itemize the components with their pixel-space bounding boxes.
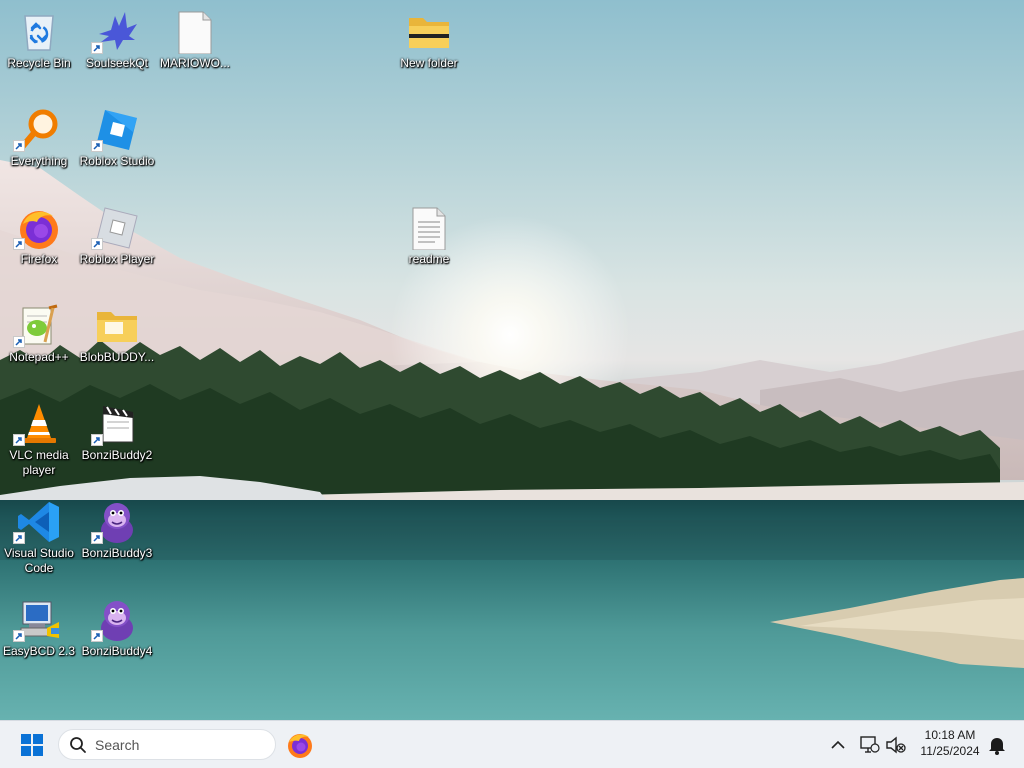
desktop-icon-vscode[interactable]: Visual Studio Code [0, 494, 78, 586]
desktop-icon-bonzibuddy3[interactable]: BonziBuddy3 [78, 494, 156, 586]
desktop-icon-mariowo-file[interactable]: MARIOWO... [156, 4, 234, 96]
volume-muted-icon [886, 736, 906, 754]
desktop-icon-roblox-studio[interactable]: Roblox Studio [78, 102, 156, 194]
firefox-icon [288, 734, 312, 758]
shortcut-arrow-icon [13, 140, 25, 152]
shortcut-arrow-icon [91, 532, 103, 544]
shortcut-arrow-icon [91, 434, 103, 446]
shortcut-arrow-icon [13, 434, 25, 446]
show-hidden-icons-button[interactable] [828, 733, 848, 757]
bell-icon [989, 738, 1005, 755]
taskbar-app-firefox[interactable] [286, 731, 314, 759]
shortcut-arrow-icon [13, 336, 25, 348]
shortcut-arrow-icon [13, 630, 25, 642]
desktop-icon-notepad-plus-plus[interactable]: Notepad++ [0, 298, 78, 390]
desktop-icon-firefox[interactable]: Firefox [0, 200, 78, 292]
search-placeholder: Search [95, 737, 140, 753]
desktop-icon-label: SoulseekQt [85, 56, 149, 70]
desktop-icon-soulseekqt[interactable]: SoulseekQt [78, 4, 156, 96]
desktop-icon-easybcd[interactable]: EasyBCD 2.3 [0, 592, 78, 684]
desktop-icon-label: Roblox Player [79, 252, 155, 266]
desktop-icon-label: VLC media player [9, 448, 69, 477]
desktop-icon-everything[interactable]: Everything [0, 102, 78, 194]
desktop-icon-readme[interactable]: readme [390, 200, 468, 292]
system-clock[interactable]: 10:18 AM 11/25/2024 [914, 727, 986, 759]
taskbar-search-box[interactable]: Search [58, 729, 276, 760]
desktop-icon-vlc[interactable]: VLC media player [0, 396, 78, 488]
desktop-icon-label: Everything [10, 154, 68, 168]
clock-time: 10:18 AM [924, 728, 976, 742]
recycle-bin-icon [17, 10, 61, 54]
shortcut-arrow-icon [91, 238, 103, 250]
taskbar: Search 10:18 AM 11/25/2024 [0, 720, 1024, 768]
search-icon [70, 737, 86, 753]
desktop-icon-new-folder[interactable]: New folder [390, 4, 468, 96]
shortcut-arrow-icon [91, 140, 103, 152]
chevron-up-icon [831, 740, 845, 749]
text-file-icon [407, 206, 451, 251]
desktop-icon-label: BonziBuddy3 [81, 546, 153, 560]
shortcut-arrow-icon [91, 42, 103, 54]
desktop-icon-label: readme [408, 252, 450, 266]
desktop-icon-blobbuddy-folder[interactable]: BlobBUDDY... [78, 298, 156, 390]
desktop-icon-label: BonziBuddy2 [81, 448, 153, 462]
shortcut-arrow-icon [13, 532, 25, 544]
desktop-icon-label: MARIOWO... [160, 56, 230, 70]
shortcut-arrow-icon [13, 238, 25, 250]
start-button[interactable] [16, 731, 48, 759]
desktop-icon-bonzibuddy4[interactable]: BonziBuddy4 [78, 592, 156, 684]
desktop-icon-label: New folder [400, 56, 458, 70]
network-status-button[interactable] [858, 733, 880, 757]
desktop-icon-label: Notepad++ [9, 350, 69, 364]
folder-icon [407, 10, 451, 54]
desktop-icon-label: EasyBCD 2.3 [2, 644, 76, 658]
desktop-icon-label: BonziBuddy4 [81, 644, 153, 658]
desktop-icon-bonzibuddy2[interactable]: BonziBuddy2 [78, 396, 156, 488]
desktop-icon-recycle-bin[interactable]: Recycle Bin [0, 4, 78, 96]
shortcut-arrow-icon [91, 630, 103, 642]
desktop-icon-label: Roblox Studio [79, 154, 155, 168]
clock-date: 11/25/2024 [920, 744, 980, 758]
desktop-icon-label: Firefox [20, 252, 58, 266]
windows-logo-icon [21, 734, 43, 756]
folder-icon [95, 304, 139, 348]
notification-center-button[interactable] [986, 733, 1008, 757]
desktop-icon-label: Recycle Bin [7, 56, 71, 70]
desktop-icon-roblox-player[interactable]: Roblox Player [78, 200, 156, 292]
desktop-icon-label: BlobBUDDY... [79, 350, 155, 364]
network-icon [860, 736, 880, 753]
blank-file-icon [173, 10, 217, 55]
desktop-icon-label: Visual Studio Code [4, 546, 74, 575]
volume-button[interactable] [884, 733, 908, 757]
